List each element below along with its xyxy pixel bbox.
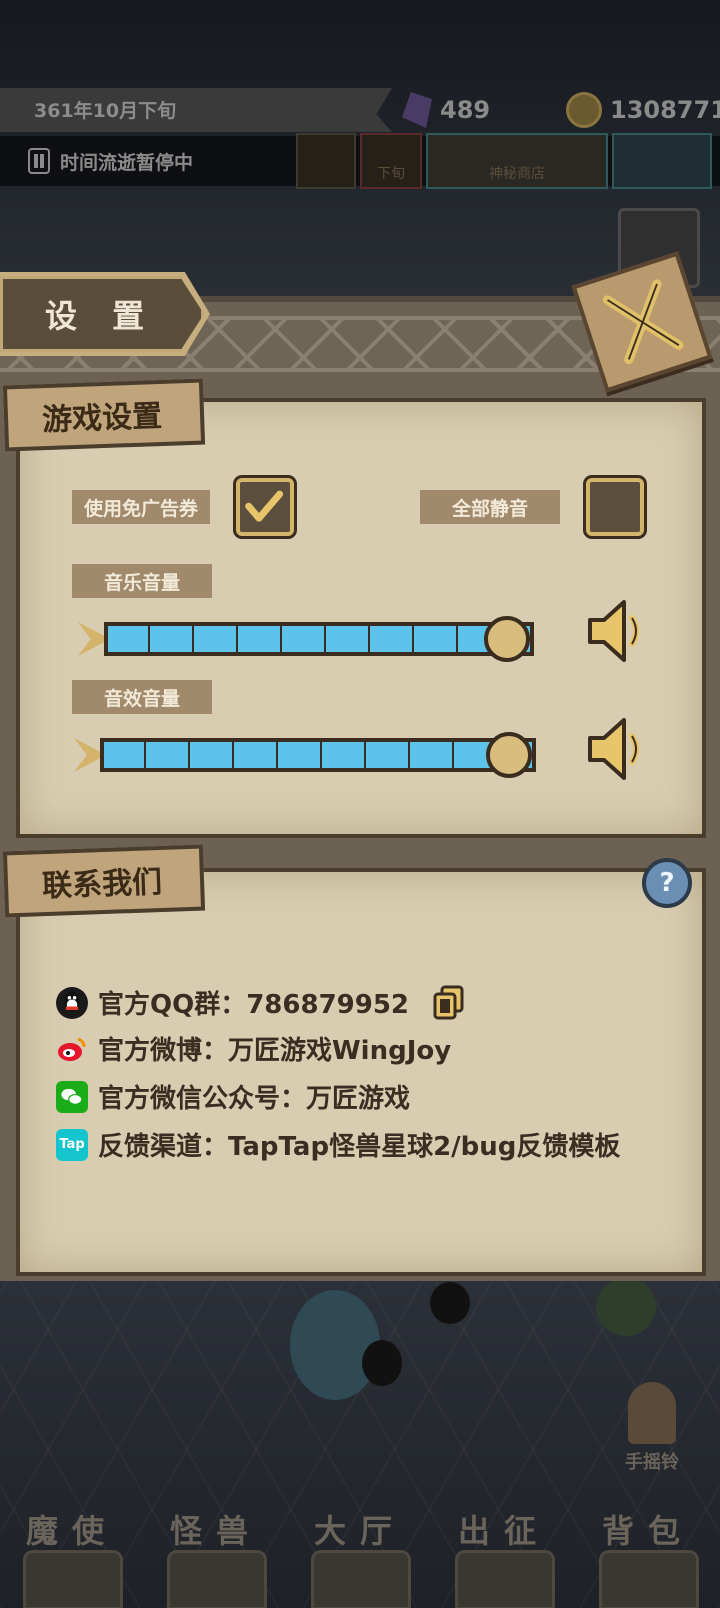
- ad-ticket-label: 使用免广告券: [72, 490, 210, 524]
- crystal-currency: 489: [402, 92, 490, 128]
- bell-label: 手摇铃: [625, 1452, 679, 1473]
- pause-status: 时间流逝暂停中: [60, 152, 194, 174]
- coin-icon: [566, 92, 602, 128]
- mute-all-checkbox[interactable]: [586, 478, 644, 536]
- monster-icon: [167, 1550, 267, 1608]
- mute-all-label: 全部静音: [420, 490, 560, 524]
- nav-label: 魔使: [25, 1512, 118, 1550]
- nav-item-expedition[interactable]: 出征: [439, 1506, 569, 1608]
- contact-row-qq: 官方QQ群：786879952: [56, 984, 409, 1021]
- weibo-text: 官方微博：万匠游戏WingJoy: [98, 1036, 452, 1066]
- checkmark-icon: [245, 490, 284, 522]
- settings-title: 设 置: [0, 276, 204, 352]
- backpack-icon: [599, 1550, 699, 1608]
- contact-row-wechat: 官方微信公众号：万匠游戏: [56, 1078, 410, 1115]
- sfx-volume-label: 音效音量: [72, 680, 212, 714]
- ad-ticket-checkbox[interactable]: [236, 478, 294, 536]
- nav-item-demon-envoy[interactable]: 魔使: [7, 1506, 137, 1608]
- taptap-icon-text: Tap: [59, 1137, 85, 1152]
- taptap-icon: Tap: [56, 1128, 88, 1161]
- wechat-icon: [56, 1080, 88, 1113]
- contact-card: [16, 868, 706, 1276]
- nav-item-hall[interactable]: 大厅: [295, 1506, 425, 1608]
- top-tab-strip: 下旬 神秘商店: [296, 133, 712, 189]
- contact-row-weibo: 官方微博：万匠游戏WingJoy: [56, 1030, 451, 1067]
- music-volume-fill: [108, 626, 530, 652]
- weibo-icon: [56, 1033, 88, 1065]
- qq-group-text: 官方QQ群：786879952: [98, 990, 410, 1020]
- music-volume-knob[interactable]: [484, 616, 530, 662]
- pause-icon[interactable]: [28, 148, 50, 174]
- music-speaker-icon[interactable]: [584, 598, 646, 664]
- help-icon[interactable]: ?: [642, 858, 692, 908]
- coin-count: 1308771: [610, 96, 720, 124]
- monster-sprite: [430, 1282, 470, 1324]
- sfx-volume-fill: [104, 742, 532, 768]
- mystery-shop-tab[interactable]: 神秘商店: [426, 133, 608, 189]
- crystal-icon: [402, 92, 432, 128]
- crystal-count: 489: [440, 96, 491, 124]
- nav-label: 出征: [457, 1512, 550, 1550]
- music-volume-label: 音乐音量: [72, 564, 212, 598]
- bottom-nav: 魔使 怪兽 大厅 出征 背包: [0, 1506, 720, 1608]
- mystery-shop-label: 神秘商店: [489, 166, 545, 182]
- top-tab-2[interactable]: 下旬: [360, 133, 422, 189]
- date-banner: 361年10月下旬: [0, 88, 392, 132]
- wechat-text: 官方微信公众号：万匠游戏: [98, 1084, 411, 1114]
- contact-title: 联系我们: [2, 844, 206, 918]
- nav-item-monsters[interactable]: 怪兽: [151, 1506, 281, 1608]
- taptap-text: 反馈渠道：TapTap怪兽星球2/bug反馈模板: [98, 1132, 621, 1162]
- skull-icon: [23, 1550, 123, 1608]
- monster-sprite: [362, 1340, 402, 1386]
- qq-icon: [56, 986, 88, 1019]
- nav-item-backpack[interactable]: 背包: [583, 1506, 713, 1608]
- sfx-speaker-icon[interactable]: [584, 716, 646, 782]
- top-tab-2-label: 下旬: [377, 166, 405, 182]
- hall-icon: [311, 1550, 411, 1608]
- copy-icon[interactable]: [432, 984, 466, 1020]
- nav-label: 大厅: [313, 1512, 406, 1550]
- game-settings-title: 游戏设置: [2, 378, 206, 452]
- monster-sprite: [596, 1278, 656, 1336]
- music-volume-slider[interactable]: [104, 622, 534, 656]
- sfx-volume-slider[interactable]: [100, 738, 536, 772]
- expedition-icon: [455, 1550, 555, 1608]
- nav-label: 背包: [601, 1512, 694, 1550]
- hand-bell-button[interactable]: 手摇铃: [612, 1382, 692, 1492]
- sfx-volume-knob[interactable]: [486, 732, 532, 778]
- bell-icon: [628, 1382, 676, 1444]
- nav-label: 怪兽: [169, 1512, 262, 1550]
- coin-currency: 1308771: [566, 92, 720, 128]
- date-text: 361年10月下旬: [34, 100, 177, 122]
- contact-row-taptap: Tap 反馈渠道：TapTap怪兽星球2/bug反馈模板: [56, 1126, 620, 1163]
- top-tab-1[interactable]: [296, 133, 356, 189]
- top-tab-4[interactable]: [612, 133, 712, 189]
- monster-sprite: [290, 1290, 380, 1400]
